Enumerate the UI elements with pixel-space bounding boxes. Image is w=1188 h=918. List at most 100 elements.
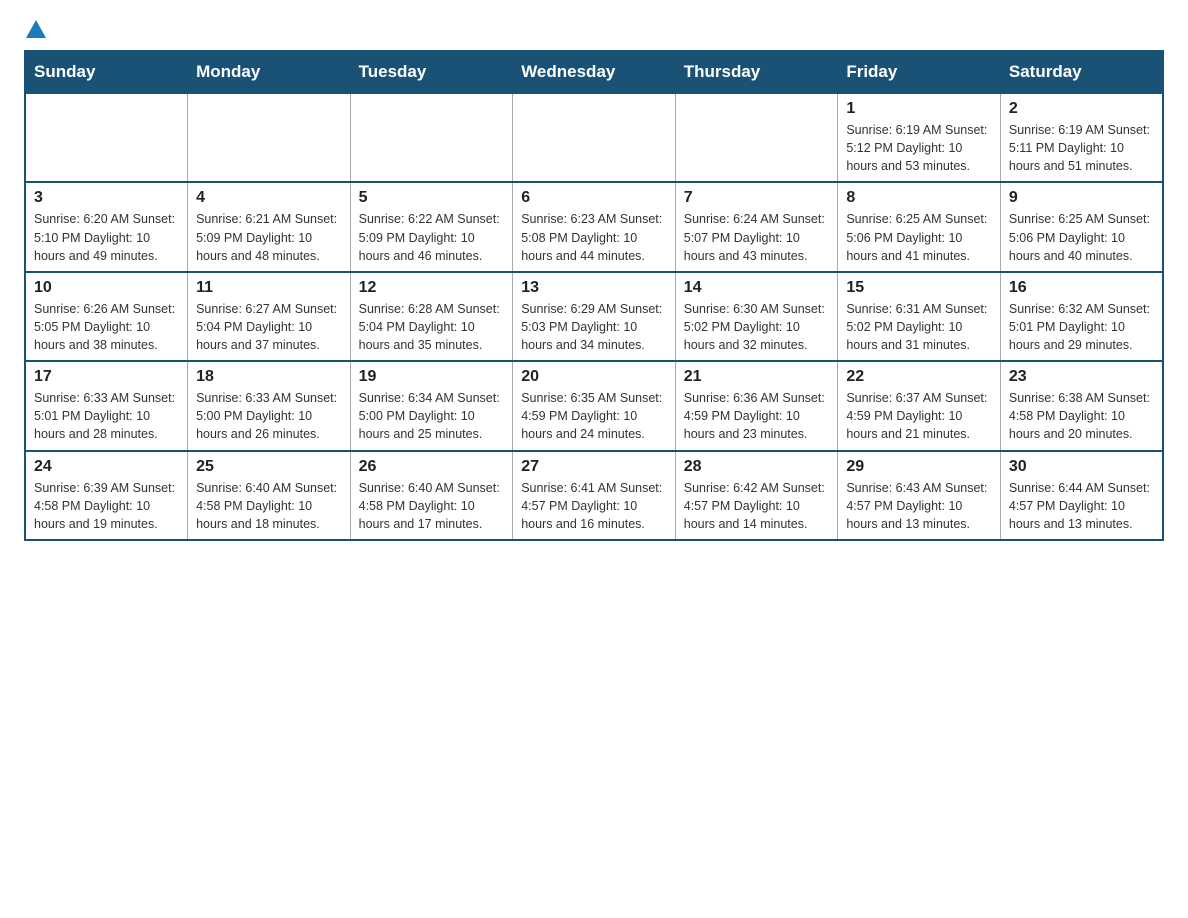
day-info: Sunrise: 6:32 AM Sunset: 5:01 PM Dayligh… bbox=[1009, 300, 1154, 354]
calendar-week-4: 17 Sunrise: 6:33 AM Sunset: 5:01 PM Dayli… bbox=[25, 361, 1163, 450]
day-number: 3 bbox=[34, 189, 179, 207]
day-info: Sunrise: 6:27 AM Sunset: 5:04 PM Dayligh… bbox=[196, 300, 342, 354]
day-number: 14 bbox=[684, 279, 830, 297]
day-info: Sunrise: 6:44 AM Sunset: 4:57 PM Dayligh… bbox=[1009, 479, 1154, 533]
weekday-header-tuesday: Tuesday bbox=[350, 51, 513, 93]
calendar-cell: 4 Sunrise: 6:21 AM Sunset: 5:09 PM Daylig… bbox=[188, 182, 351, 271]
day-info: Sunrise: 6:40 AM Sunset: 4:58 PM Dayligh… bbox=[196, 479, 342, 533]
calendar-cell: 29 Sunrise: 6:43 AM Sunset: 4:57 PM Dayli… bbox=[838, 451, 1001, 540]
weekday-header-wednesday: Wednesday bbox=[513, 51, 676, 93]
calendar-cell: 10 Sunrise: 6:26 AM Sunset: 5:05 PM Dayli… bbox=[25, 272, 188, 361]
calendar-cell: 7 Sunrise: 6:24 AM Sunset: 5:07 PM Daylig… bbox=[675, 182, 838, 271]
day-number: 8 bbox=[846, 189, 992, 207]
day-info: Sunrise: 6:22 AM Sunset: 5:09 PM Dayligh… bbox=[359, 210, 505, 264]
calendar-cell: 5 Sunrise: 6:22 AM Sunset: 5:09 PM Daylig… bbox=[350, 182, 513, 271]
logo-triangle-icon bbox=[26, 20, 46, 38]
calendar-cell: 20Sunrise: 6:35 AM Sunset: 4:59 PM Dayli… bbox=[513, 361, 676, 450]
day-number: 7 bbox=[684, 189, 830, 207]
day-number: 9 bbox=[1009, 189, 1154, 207]
calendar-cell: 16 Sunrise: 6:32 AM Sunset: 5:01 PM Dayli… bbox=[1000, 272, 1163, 361]
day-info: Sunrise: 6:21 AM Sunset: 5:09 PM Dayligh… bbox=[196, 210, 342, 264]
day-number: 26 bbox=[359, 458, 505, 476]
calendar-cell: 3 Sunrise: 6:20 AM Sunset: 5:10 PM Daylig… bbox=[25, 182, 188, 271]
weekday-header-row: SundayMondayTuesdayWednesdayThursdayFrid… bbox=[25, 51, 1163, 93]
day-info: Sunrise: 6:28 AM Sunset: 5:04 PM Dayligh… bbox=[359, 300, 505, 354]
day-number: 15 bbox=[846, 279, 992, 297]
day-number: 27 bbox=[521, 458, 667, 476]
calendar-cell: 21 Sunrise: 6:36 AM Sunset: 4:59 PM Dayli… bbox=[675, 361, 838, 450]
day-number: 13 bbox=[521, 279, 667, 297]
day-number: 11 bbox=[196, 279, 342, 297]
weekday-header-sunday: Sunday bbox=[25, 51, 188, 93]
day-number: 10 bbox=[34, 279, 179, 297]
day-number: 6 bbox=[521, 189, 667, 207]
calendar-cell: 9Sunrise: 6:25 AM Sunset: 5:06 PM Daylig… bbox=[1000, 182, 1163, 271]
logo bbox=[24, 24, 46, 34]
calendar-week-5: 24 Sunrise: 6:39 AM Sunset: 4:58 PM Dayli… bbox=[25, 451, 1163, 540]
day-info: Sunrise: 6:42 AM Sunset: 4:57 PM Dayligh… bbox=[684, 479, 830, 533]
calendar-cell: 27 Sunrise: 6:41 AM Sunset: 4:57 PM Dayli… bbox=[513, 451, 676, 540]
day-number: 18 bbox=[196, 368, 342, 386]
day-info: Sunrise: 6:43 AM Sunset: 4:57 PM Dayligh… bbox=[846, 479, 992, 533]
calendar-cell: 15 Sunrise: 6:31 AM Sunset: 5:02 PM Dayli… bbox=[838, 272, 1001, 361]
day-info: Sunrise: 6:33 AM Sunset: 5:00 PM Dayligh… bbox=[196, 389, 342, 443]
day-info: Sunrise: 6:33 AM Sunset: 5:01 PM Dayligh… bbox=[34, 389, 179, 443]
calendar-cell: 6Sunrise: 6:23 AM Sunset: 5:08 PM Daylig… bbox=[513, 182, 676, 271]
calendar-cell: 11 Sunrise: 6:27 AM Sunset: 5:04 PM Dayli… bbox=[188, 272, 351, 361]
calendar-cell: 28 Sunrise: 6:42 AM Sunset: 4:57 PM Dayli… bbox=[675, 451, 838, 540]
day-info: Sunrise: 6:31 AM Sunset: 5:02 PM Dayligh… bbox=[846, 300, 992, 354]
day-info: Sunrise: 6:26 AM Sunset: 5:05 PM Dayligh… bbox=[34, 300, 179, 354]
calendar-cell: 1 Sunrise: 6:19 AM Sunset: 5:12 PM Daylig… bbox=[838, 93, 1001, 182]
day-number: 24 bbox=[34, 458, 179, 476]
day-info: Sunrise: 6:40 AM Sunset: 4:58 PM Dayligh… bbox=[359, 479, 505, 533]
calendar-week-2: 3 Sunrise: 6:20 AM Sunset: 5:10 PM Daylig… bbox=[25, 182, 1163, 271]
weekday-header-monday: Monday bbox=[188, 51, 351, 93]
day-info: Sunrise: 6:19 AM Sunset: 5:11 PM Dayligh… bbox=[1009, 121, 1154, 175]
calendar-table: SundayMondayTuesdayWednesdayThursdayFrid… bbox=[24, 50, 1164, 541]
day-number: 1 bbox=[846, 100, 992, 118]
calendar-cell: 19 Sunrise: 6:34 AM Sunset: 5:00 PM Dayli… bbox=[350, 361, 513, 450]
day-info: Sunrise: 6:19 AM Sunset: 5:12 PM Dayligh… bbox=[846, 121, 992, 175]
day-number: 4 bbox=[196, 189, 342, 207]
calendar-cell: 12 Sunrise: 6:28 AM Sunset: 5:04 PM Dayli… bbox=[350, 272, 513, 361]
calendar-cell: 18 Sunrise: 6:33 AM Sunset: 5:00 PM Dayli… bbox=[188, 361, 351, 450]
calendar-cell bbox=[350, 93, 513, 182]
day-info: Sunrise: 6:34 AM Sunset: 5:00 PM Dayligh… bbox=[359, 389, 505, 443]
day-info: Sunrise: 6:25 AM Sunset: 5:06 PM Dayligh… bbox=[846, 210, 992, 264]
calendar-cell: 17 Sunrise: 6:33 AM Sunset: 5:01 PM Dayli… bbox=[25, 361, 188, 450]
day-number: 21 bbox=[684, 368, 830, 386]
day-number: 5 bbox=[359, 189, 505, 207]
day-number: 16 bbox=[1009, 279, 1154, 297]
day-info: Sunrise: 6:35 AM Sunset: 4:59 PM Dayligh… bbox=[521, 389, 667, 443]
calendar-cell bbox=[188, 93, 351, 182]
calendar-cell: 14Sunrise: 6:30 AM Sunset: 5:02 PM Dayli… bbox=[675, 272, 838, 361]
day-number: 28 bbox=[684, 458, 830, 476]
day-number: 17 bbox=[34, 368, 179, 386]
calendar-cell: 8 Sunrise: 6:25 AM Sunset: 5:06 PM Daylig… bbox=[838, 182, 1001, 271]
day-number: 19 bbox=[359, 368, 505, 386]
day-number: 25 bbox=[196, 458, 342, 476]
calendar-cell: 13 Sunrise: 6:29 AM Sunset: 5:03 PM Dayli… bbox=[513, 272, 676, 361]
weekday-header-friday: Friday bbox=[838, 51, 1001, 93]
calendar-cell bbox=[675, 93, 838, 182]
day-info: Sunrise: 6:41 AM Sunset: 4:57 PM Dayligh… bbox=[521, 479, 667, 533]
day-number: 12 bbox=[359, 279, 505, 297]
day-info: Sunrise: 6:29 AM Sunset: 5:03 PM Dayligh… bbox=[521, 300, 667, 354]
day-number: 29 bbox=[846, 458, 992, 476]
calendar-cell: 24 Sunrise: 6:39 AM Sunset: 4:58 PM Dayli… bbox=[25, 451, 188, 540]
day-info: Sunrise: 6:20 AM Sunset: 5:10 PM Dayligh… bbox=[34, 210, 179, 264]
day-info: Sunrise: 6:37 AM Sunset: 4:59 PM Dayligh… bbox=[846, 389, 992, 443]
day-number: 23 bbox=[1009, 368, 1154, 386]
calendar-week-3: 10 Sunrise: 6:26 AM Sunset: 5:05 PM Dayli… bbox=[25, 272, 1163, 361]
day-info: Sunrise: 6:38 AM Sunset: 4:58 PM Dayligh… bbox=[1009, 389, 1154, 443]
calendar-cell bbox=[25, 93, 188, 182]
calendar-cell: 30Sunrise: 6:44 AM Sunset: 4:57 PM Dayli… bbox=[1000, 451, 1163, 540]
calendar-cell: 22Sunrise: 6:37 AM Sunset: 4:59 PM Dayli… bbox=[838, 361, 1001, 450]
weekday-header-thursday: Thursday bbox=[675, 51, 838, 93]
calendar-cell: 2 Sunrise: 6:19 AM Sunset: 5:11 PM Daylig… bbox=[1000, 93, 1163, 182]
day-number: 2 bbox=[1009, 100, 1154, 118]
day-info: Sunrise: 6:24 AM Sunset: 5:07 PM Dayligh… bbox=[684, 210, 830, 264]
day-info: Sunrise: 6:39 AM Sunset: 4:58 PM Dayligh… bbox=[34, 479, 179, 533]
calendar-cell: 26 Sunrise: 6:40 AM Sunset: 4:58 PM Dayli… bbox=[350, 451, 513, 540]
day-info: Sunrise: 6:36 AM Sunset: 4:59 PM Dayligh… bbox=[684, 389, 830, 443]
